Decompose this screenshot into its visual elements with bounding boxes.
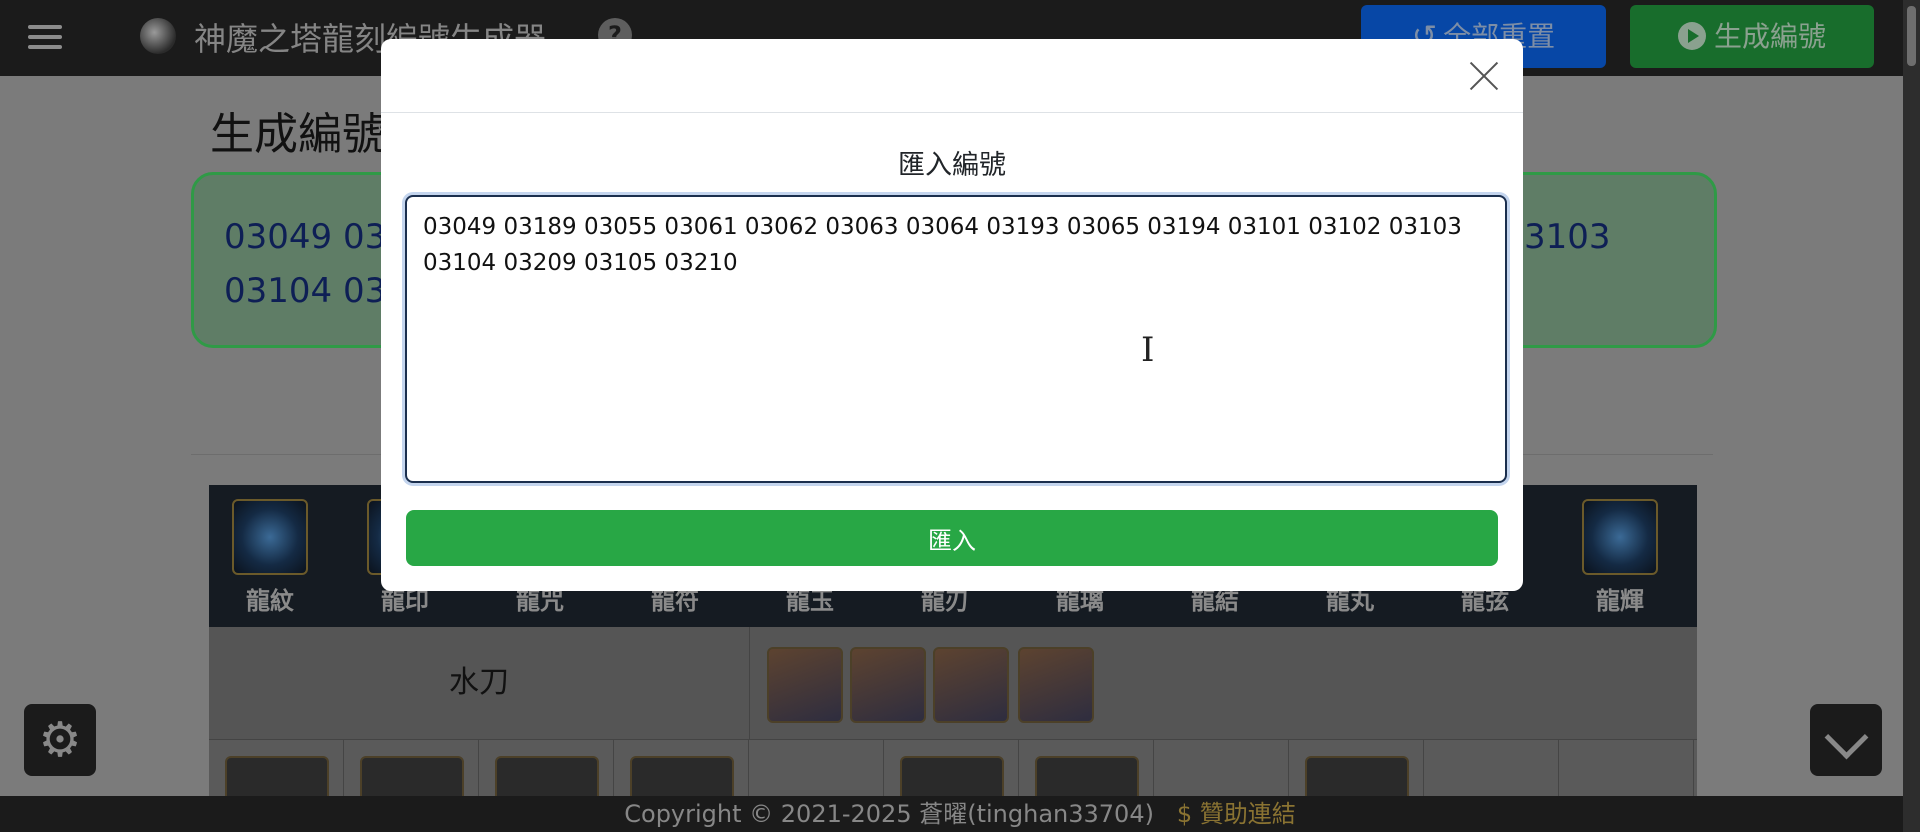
table-cell[interactable]: [1559, 740, 1694, 796]
table-row: [209, 740, 1697, 810]
table-cell[interactable]: [749, 740, 884, 796]
character-avatar[interactable]: [1018, 647, 1094, 723]
character-avatar[interactable]: [850, 647, 926, 723]
table-cell[interactable]: [1289, 740, 1424, 810]
app-logo: [140, 18, 176, 54]
table-cell[interactable]: [1019, 740, 1154, 810]
section-title: 生成編號: [210, 109, 386, 160]
generate-button[interactable]: 生成編號: [1630, 5, 1874, 68]
dragon-label: 龍紋: [246, 587, 294, 615]
dragon-rune-icon: [1582, 499, 1658, 575]
table-row: 水刀: [209, 627, 1697, 740]
settings-button[interactable]: ⚙: [24, 704, 96, 776]
table-cell[interactable]: [344, 740, 479, 810]
footer: Copyright © 2021-2025 蒼曜(tinghan33704) $…: [0, 796, 1920, 832]
sponsor-link[interactable]: $ 贊助連結: [1177, 800, 1296, 828]
table-cell[interactable]: [1154, 740, 1289, 796]
text-cursor-icon: I: [1141, 330, 1155, 370]
table-cell[interactable]: [209, 740, 344, 810]
dragon-item-10[interactable]: 龍輝: [1575, 499, 1665, 616]
copyright-text: Copyright © 2021-2025 蒼曜(tinghan33704): [624, 800, 1154, 828]
code-line-1-right: 3103: [1524, 217, 1611, 257]
page-scrollbar[interactable]: [1903, 0, 1920, 832]
table-cell[interactable]: [884, 740, 1019, 810]
generate-label: 生成編號: [1713, 20, 1826, 53]
table-cell[interactable]: [614, 740, 749, 810]
import-modal: 匯入編號 03049 03189 03055 03061 03062 03063…: [381, 39, 1523, 591]
table-cell[interactable]: [1424, 740, 1559, 796]
character-avatar[interactable]: [767, 647, 843, 723]
play-icon: [1677, 22, 1706, 50]
modal-title: 匯入編號: [898, 150, 1006, 181]
chevron-down-icon: [1824, 715, 1869, 760]
hamburger-menu-icon[interactable]: [28, 20, 62, 54]
dragon-rune-icon: [232, 499, 308, 575]
gear-icon: ⚙: [38, 712, 82, 768]
row-label: 水刀: [209, 627, 750, 739]
scrollbar-thumb[interactable]: [1907, 6, 1916, 66]
scroll-down-button[interactable]: [1810, 704, 1882, 776]
dragon-item-0[interactable]: 龍紋: [225, 499, 315, 616]
close-icon[interactable]: [1467, 59, 1501, 93]
character-avatar[interactable]: [933, 647, 1009, 723]
import-button[interactable]: 匯入: [406, 510, 1498, 566]
modal-header: [381, 39, 1523, 113]
table-cell[interactable]: [479, 740, 614, 810]
import-code-textarea[interactable]: 03049 03189 03055 03061 03062 03063 0306…: [405, 195, 1507, 483]
dragon-label: 龍輝: [1596, 587, 1644, 615]
